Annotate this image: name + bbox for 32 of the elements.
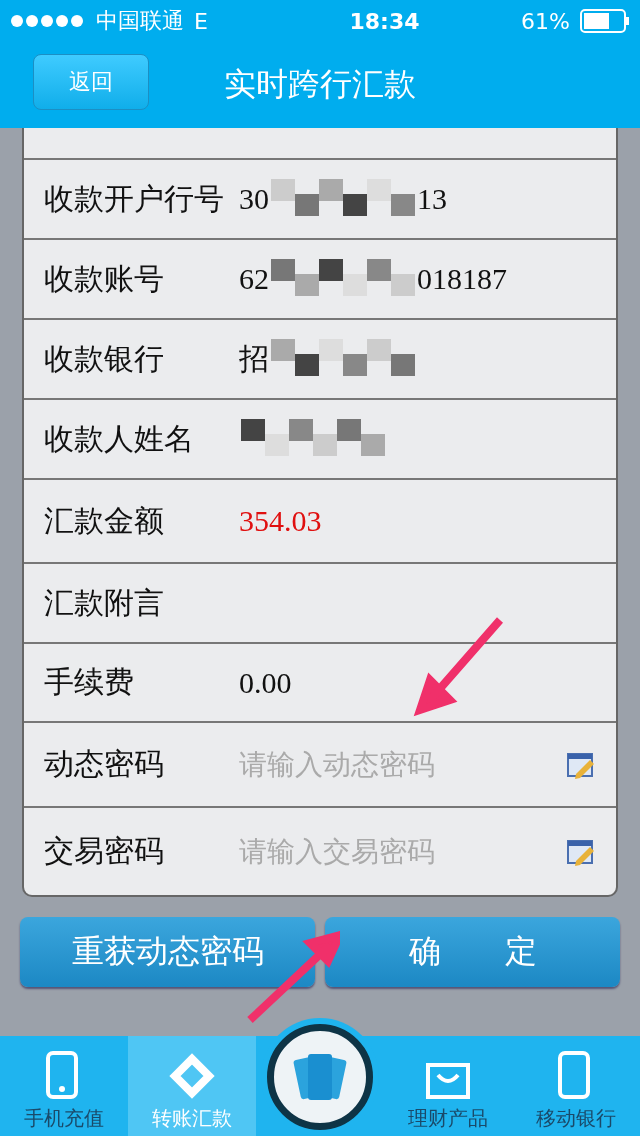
field-label: 收款开户行号 — [44, 179, 225, 218]
field-label: 动态密码 — [44, 745, 165, 783]
signal-icon — [10, 14, 86, 28]
field-label: 收款银行 — [44, 339, 165, 378]
clock-text: 18:34 — [348, 8, 420, 34]
resend-code-button[interactable]: 重获动态密码 — [20, 917, 315, 987]
page-title: 实时跨行汇款 — [224, 64, 416, 105]
network-text: E — [194, 8, 208, 34]
tab[interactable]: 转账汇款 — [128, 1036, 256, 1136]
field-value: 30 — [239, 182, 269, 216]
tab[interactable]: 移动银行 — [512, 1036, 640, 1136]
field-label: 手续费 — [44, 663, 135, 701]
confirm-button[interactable]: 确 定 — [325, 917, 620, 987]
field-label: 汇款金额 — [44, 501, 165, 540]
field-value: 62 — [239, 262, 269, 296]
password-field[interactable]: 请输入交易密码 — [239, 832, 566, 871]
field-label: 汇款附言 — [44, 583, 165, 622]
field-label: 收款账号 — [44, 259, 165, 298]
tab[interactable]: 手机充值 — [0, 1036, 128, 1136]
tab[interactable]: 理财产品 — [384, 1036, 512, 1136]
field-value: 018187 — [417, 262, 507, 296]
field-value: 13 — [417, 182, 447, 216]
carrier-text: 中国联通 — [96, 7, 184, 35]
battery-text: 61% — [521, 8, 570, 34]
field-value: 招 — [239, 340, 269, 377]
password-field[interactable]: 请输入动态密码 — [239, 745, 566, 784]
field-value: 0.00 — [239, 665, 292, 700]
battery-icon — [580, 9, 630, 33]
back-button[interactable]: 返回 — [33, 54, 149, 110]
amount-value: 354.03 — [239, 504, 322, 538]
field-label: 收款人姓名 — [44, 419, 195, 458]
field-label: 交易密码 — [44, 832, 165, 870]
